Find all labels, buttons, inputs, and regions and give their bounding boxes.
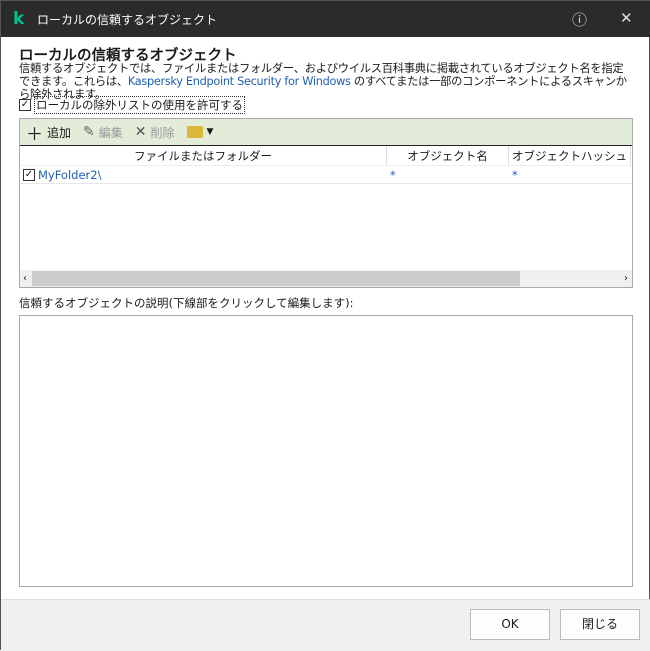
checkbox-icon[interactable]: ✓: [19, 99, 31, 111]
add-button[interactable]: ＋ 追加: [26, 120, 71, 145]
kaspersky-logo-icon: k: [13, 9, 25, 29]
folder-menu-button[interactable]: ▼: [186, 126, 214, 138]
edit-button[interactable]: ✎ 編集: [83, 124, 123, 141]
row-path[interactable]: MyFolder2\: [38, 168, 101, 182]
delete-button[interactable]: ✕ 削除: [135, 124, 175, 141]
description-box[interactable]: [19, 315, 633, 587]
scrollbar-thumb[interactable]: [32, 271, 520, 286]
window-title: ローカルの信頼するオブジェクト: [37, 12, 218, 27]
title-bar: k ローカルの信頼するオブジェクト ⓘ ✕: [1, 1, 650, 37]
table-row[interactable]: ✓ MyFolder2\ * *: [20, 166, 632, 184]
allow-local-label: ローカルの除外リストの使用を許可する: [34, 96, 245, 114]
scroll-left-icon[interactable]: ‹: [23, 273, 27, 284]
description-label: 信頼するオブジェクトの説明(下線部をクリックして編集します):: [19, 296, 354, 310]
allow-local-checkbox[interactable]: ✓ ローカルの除外リストの使用を許可する: [19, 96, 245, 114]
plus-icon: ＋: [26, 124, 43, 145]
dropdown-arrow-icon: ▼: [206, 127, 214, 137]
x-icon: ✕: [134, 124, 147, 140]
footer: OK 閉じる: [1, 599, 650, 651]
toolbar: ＋ 追加 ✎ 編集 ✕ 削除 ▼: [20, 119, 632, 146]
column-header[interactable]: オブジェクトハッシュ: [509, 146, 631, 165]
table-header: ファイルまたはフォルダー オブジェクト名 オブジェクトハッシュ: [20, 146, 632, 166]
horizontal-scrollbar[interactable]: ‹ ›: [20, 270, 632, 287]
row-name: *: [390, 167, 396, 182]
edit-label: 編集: [98, 125, 123, 140]
row-checkbox[interactable]: ✓: [23, 168, 35, 181]
pencil-icon: ✎: [83, 124, 95, 140]
ok-button[interactable]: OK: [470, 609, 550, 640]
delete-label: 削除: [150, 125, 175, 140]
folder-icon: [186, 126, 203, 138]
row-hash: *: [512, 167, 518, 182]
add-label: 追加: [47, 125, 72, 140]
column-header[interactable]: ファイルまたはフォルダー: [20, 146, 387, 165]
help-icon[interactable]: ⓘ: [572, 9, 587, 30]
scroll-right-icon[interactable]: ›: [624, 273, 628, 284]
product-link: Kaspersky Endpoint Security for Windows: [127, 75, 351, 88]
close-button[interactable]: 閉じる: [560, 609, 640, 640]
close-icon[interactable]: ✕: [620, 9, 633, 27]
trusted-objects-table: ＋ 追加 ✎ 編集 ✕ 削除 ▼ ファイルまたはフォルダー オブジェクト名 オブジェク…: [19, 118, 633, 288]
column-header[interactable]: オブジェクト名: [387, 146, 509, 165]
